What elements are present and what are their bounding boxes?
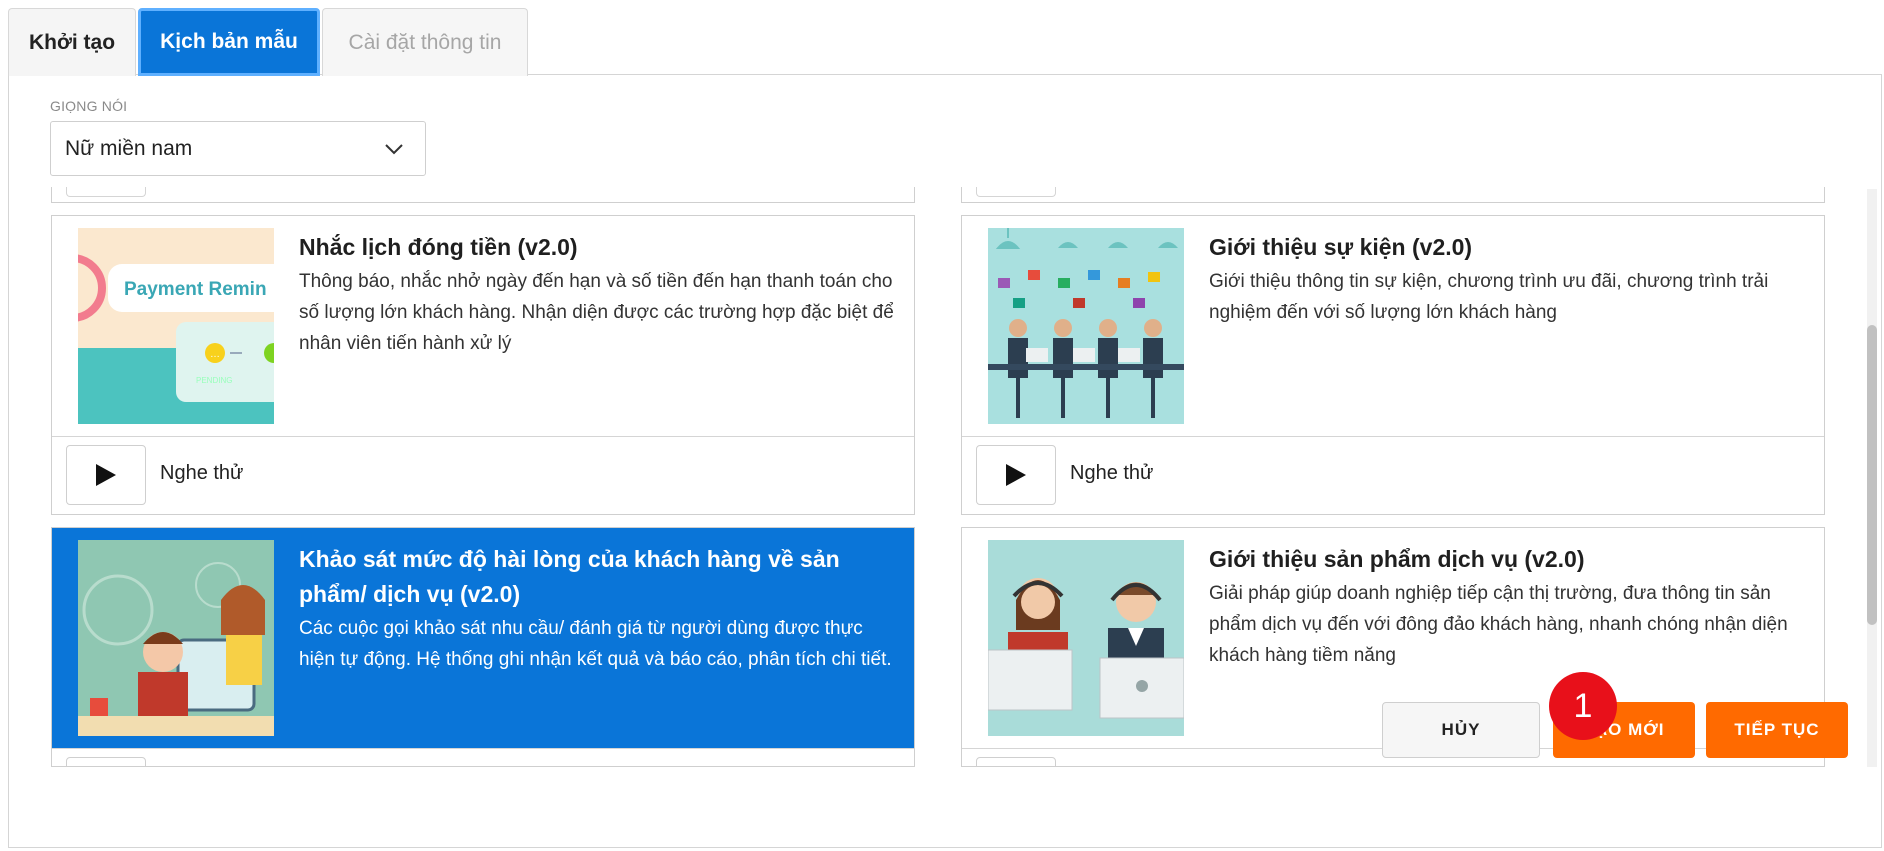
template-title: Khảo sát mức độ hài lòng của khách hàng … (299, 546, 840, 607)
play-button[interactable] (66, 757, 146, 766)
play-button[interactable] (976, 757, 1056, 766)
chevron-down-icon (385, 144, 403, 155)
tab-khoi-tao[interactable]: Khởi tạo (8, 8, 136, 76)
thumb-status: PENDING (196, 376, 232, 385)
template-card-customer-survey[interactable]: Khảo sát mức độ hài lòng của khách hàng … (51, 527, 915, 767)
template-card-body: Payment Remin … PENDING Nhắc lịch đóng t… (52, 216, 914, 436)
scrollbar-thumb[interactable] (1867, 325, 1877, 625)
product-intro-thumbnail (988, 540, 1184, 736)
next-button[interactable]: TIẾP TỤC (1706, 702, 1848, 758)
cancel-button[interactable]: HỦY (1382, 702, 1540, 758)
play-label[interactable]: Nghe thử (160, 462, 243, 485)
thumb-title: Payment Remin (124, 279, 267, 300)
template-card-event-intro[interactable]: Giới thiệu sự kiện (v2.0) Giới thiệu thô… (961, 215, 1825, 515)
template-description: Giới thiệu thông tin sự kiện, chương trì… (1209, 271, 1769, 323)
event-intro-thumbnail (988, 228, 1184, 424)
play-icon (1006, 464, 1026, 486)
template-card-body: Giới thiệu sự kiện (v2.0) Giới thiệu thô… (962, 216, 1824, 436)
play-button[interactable] (976, 445, 1056, 505)
template-description: Các cuộc gọi khảo sát nhu cầu/ đánh giá … (299, 618, 892, 670)
svg-text:…: … (210, 349, 220, 360)
play-icon (96, 464, 116, 486)
template-card-footer: Nghe thử (52, 436, 914, 514)
play-button[interactable] (66, 445, 146, 505)
voice-label: GIỌNG NÓI (50, 98, 128, 114)
template-card-payment-reminder[interactable]: Payment Remin … PENDING Nhắc lịch đóng t… (51, 215, 915, 515)
template-card-body: Khảo sát mức độ hài lòng của khách hàng … (52, 528, 914, 748)
template-card-footer (52, 748, 914, 766)
template-title: Giới thiệu sản phẩm dịch vụ (v2.0) (1209, 546, 1585, 572)
customer-survey-thumbnail (78, 540, 274, 736)
template-title: Nhắc lịch đóng tiền (v2.0) (299, 234, 578, 260)
voice-select-value: Nữ miền nam (65, 136, 193, 160)
template-title: Giới thiệu sự kiện (v2.0) (1209, 234, 1473, 260)
tab-bar: Khởi tạo Kịch bản mẫu Cài đặt thông tin (8, 8, 530, 76)
template-card-partial (961, 187, 1825, 203)
template-description: Thông báo, nhắc nhở ngày đến hạn và số t… (299, 271, 894, 354)
payment-reminder-thumbnail: Payment Remin … PENDING (78, 228, 274, 424)
template-description: Giải pháp giúp doanh nghiệp tiếp cận thị… (1209, 583, 1788, 666)
template-card-footer: Nghe thử (962, 436, 1824, 514)
tab-kich-ban-mau[interactable]: Kịch bản mẫu (138, 8, 320, 76)
play-label[interactable]: Nghe thử (1070, 462, 1153, 485)
voice-select[interactable]: Nữ miền nam (50, 121, 426, 176)
template-card-partial (51, 187, 915, 203)
step-badge: 1 (1549, 672, 1617, 740)
tab-cai-dat-thong-tin[interactable]: Cài đặt thông tin (322, 8, 528, 76)
